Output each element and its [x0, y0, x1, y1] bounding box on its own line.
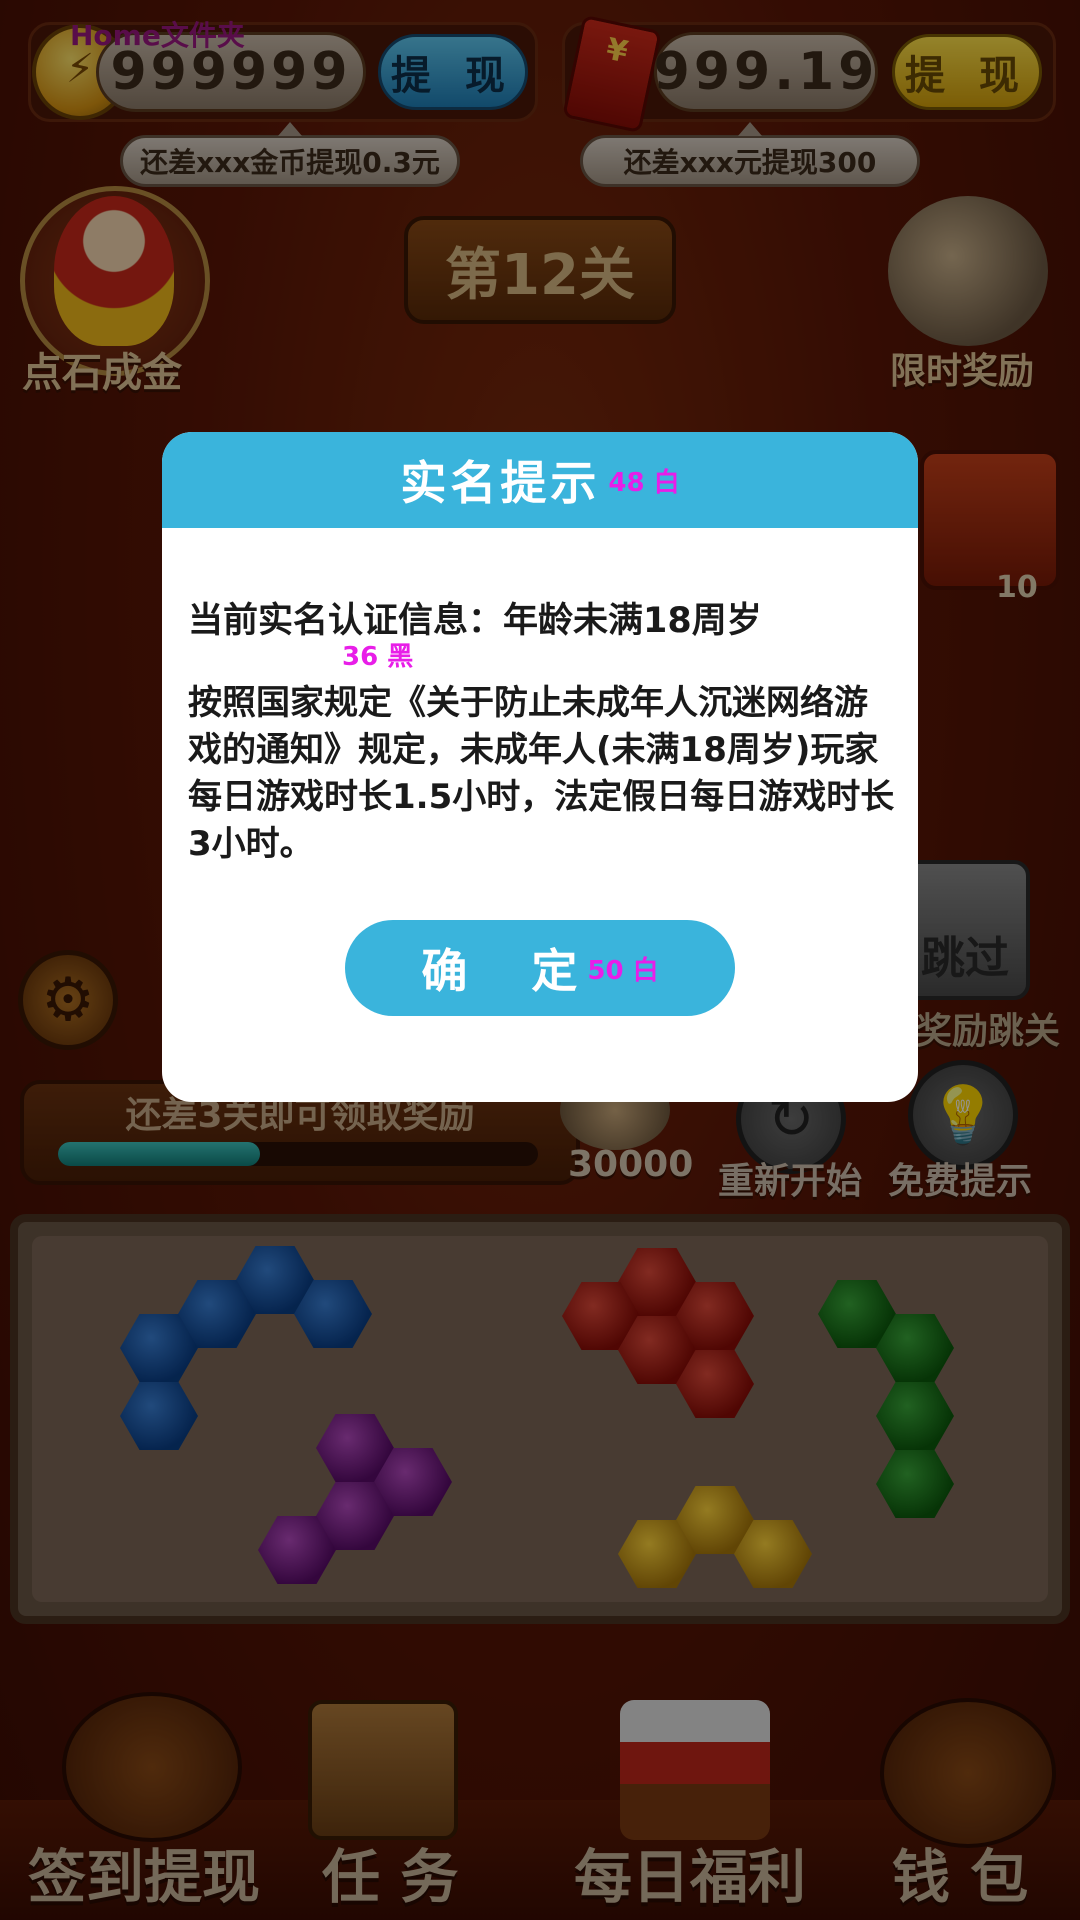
confirm-annotation: 50 白 [587, 955, 659, 986]
real-name-modal: 实名提示 48 白 当前实名认证信息：年龄未满18周岁 36 黑 按照国家规定《… [162, 432, 918, 1102]
verification-info: 当前实名认证信息：年龄未满18周岁 [188, 601, 762, 641]
regulation-text: 按照国家规定《关于防止未成年人沉迷网络游戏的通知》规定，未成年人(未满18周岁)… [188, 683, 895, 864]
modal-title: 实名提示 [400, 456, 601, 510]
confirm-label: 确 定 [421, 944, 602, 998]
modal-header: 实名提示 48 白 [162, 432, 918, 528]
body-annotation: 36 黑 [342, 642, 414, 672]
title-annotation: 48 白 [608, 467, 680, 498]
confirm-button[interactable]: 确 定 50 白 [345, 920, 735, 1016]
